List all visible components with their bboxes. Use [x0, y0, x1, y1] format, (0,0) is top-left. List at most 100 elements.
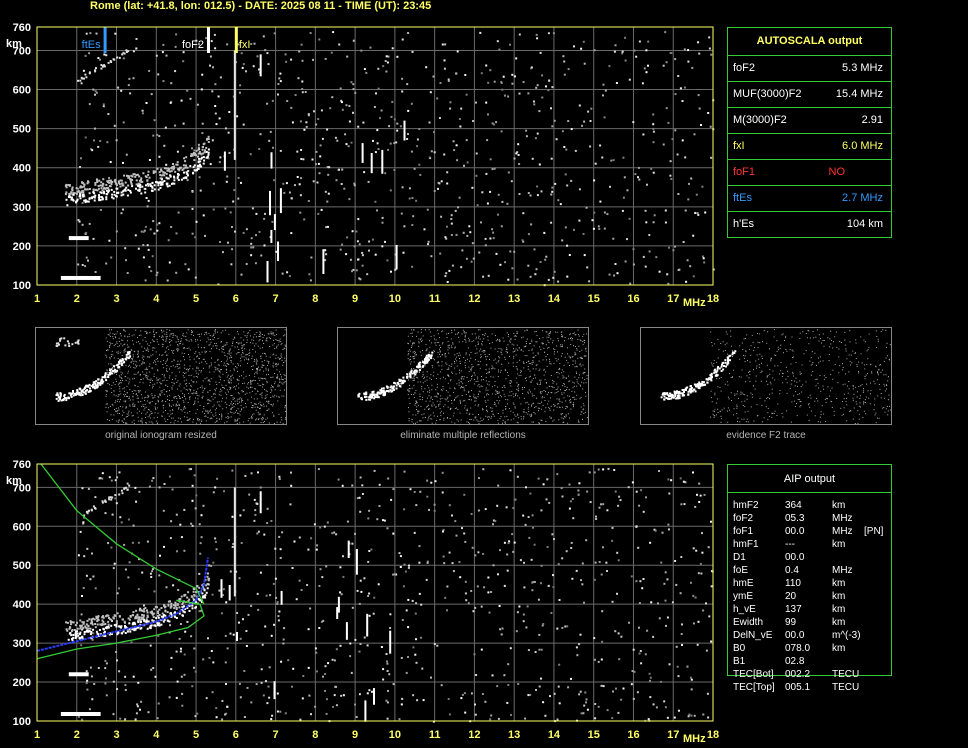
thumbnail-noise	[419, 399, 421, 400]
thumbnail-noise	[223, 364, 225, 366]
thumbnail-noise	[448, 367, 450, 369]
noise-dot	[266, 102, 269, 105]
thumbnail-noise	[437, 351, 439, 353]
thumbnail-noise	[491, 365, 493, 367]
noise-dot	[317, 118, 320, 120]
trace-point	[94, 194, 97, 197]
thumbnail-noise	[229, 378, 230, 380]
thumbnail-noise	[454, 388, 456, 390]
thumbnail-noise	[475, 381, 477, 382]
thumbnail-noise	[820, 411, 822, 413]
thumbnail-noise	[759, 353, 761, 355]
noise-dot	[318, 172, 321, 175]
thumbnail-noise	[722, 341, 724, 343]
thumbnail-noise	[481, 420, 483, 421]
thumbnail-noise	[495, 391, 497, 393]
noise-dot	[115, 230, 118, 233]
thumbnail-noise	[791, 349, 793, 351]
thumbnail-noise	[281, 342, 283, 344]
thumbnail-noise	[448, 352, 450, 354]
thumbnail-noise	[561, 392, 563, 394]
thumbnail-noise	[580, 406, 582, 408]
thumbnail-noise	[161, 401, 163, 403]
thumbnail-noise	[151, 393, 153, 395]
thumbnail-noise	[553, 403, 555, 405]
thumbnail-noise	[185, 379, 187, 381]
thumbnail-noise	[255, 360, 257, 362]
thumbnail-noise	[177, 350, 179, 352]
noise-dot	[140, 230, 143, 233]
thumbnail-noise	[827, 398, 828, 400]
thumbnail-noise	[885, 374, 887, 376]
thumbnail-noise	[485, 356, 486, 358]
noise-dot	[658, 270, 661, 273]
thumbnail-noise	[455, 333, 456, 335]
thumbnail-noise	[205, 411, 207, 413]
thumbnail-noise	[267, 365, 268, 366]
thumbnail-noise	[769, 369, 771, 371]
noise-dot	[535, 86, 538, 89]
thumbnail-noise	[456, 353, 458, 355]
autoscala-row-m-3000-f2: M(3000)F2 2.91	[728, 107, 891, 134]
thumbnail-noise	[525, 412, 527, 414]
thumbnail-noise	[491, 411, 493, 412]
thumbnail-trace	[365, 395, 368, 398]
noise-dot	[465, 93, 468, 96]
noise-dot	[319, 144, 322, 147]
noise-dot	[242, 231, 245, 234]
thumbnail-noise	[413, 394, 415, 395]
thumbnail-noise	[524, 330, 526, 332]
noise-dot	[237, 197, 240, 200]
thumbnail-noise	[409, 388, 411, 390]
noise-dot	[599, 200, 602, 203]
thumbnail-noise	[409, 359, 410, 361]
thumbnail-noise	[525, 343, 527, 344]
noise-dot	[352, 88, 355, 91]
thumbnail-noise	[535, 406, 537, 408]
thumbnail-noise	[270, 377, 272, 379]
trace-point	[160, 169, 163, 172]
thumbnail-noise	[238, 343, 240, 345]
noise-dot	[518, 33, 521, 36]
noise-dot	[193, 149, 196, 152]
thumbnail-noise	[451, 421, 453, 423]
thumbnail-noise	[426, 376, 428, 378]
trace-point	[75, 187, 78, 190]
noise-dot	[684, 209, 687, 212]
thumbnail-noise	[152, 354, 154, 356]
noise-dot	[182, 122, 185, 125]
thumbnail-noise	[448, 365, 450, 367]
thumbnail-noise	[161, 335, 163, 337]
noise-dot	[391, 100, 394, 103]
thumbnail-noise	[417, 381, 419, 383]
noise-dot	[621, 50, 624, 53]
thumbnail-noise	[561, 401, 563, 403]
thumbnail-noise	[714, 343, 716, 345]
thumbnail-noise	[488, 368, 490, 370]
noise-dot	[120, 212, 123, 215]
thumbnail-noise	[122, 345, 124, 347]
thumbnail-noise	[541, 391, 543, 393]
trace-point	[119, 185, 122, 188]
noise-dot	[387, 55, 390, 58]
thumbnail-noise	[465, 367, 467, 369]
thumbnail-noise	[554, 405, 556, 407]
noise-dot	[234, 230, 236, 233]
thumbnail-noise	[495, 335, 496, 337]
thumbnail-noise	[149, 371, 151, 373]
thumbnail-noise	[540, 349, 542, 350]
thumbnail-noise	[127, 346, 129, 348]
noise-dot	[341, 243, 344, 246]
thumbnail-noise	[478, 404, 479, 406]
trace-point	[174, 170, 177, 173]
thumbnail-noise	[515, 377, 517, 379]
thumbnail-noise	[253, 379, 255, 381]
thumbnail-noise	[856, 403, 858, 405]
noise-dot	[226, 43, 229, 46]
thumbnail-noise	[495, 389, 497, 391]
noise-dot	[561, 239, 564, 242]
thumbnail-noise	[243, 421, 245, 423]
thumbnail-noise	[178, 397, 180, 399]
thumbnail-noise	[201, 385, 203, 387]
thumbnail-noise	[512, 412, 514, 414]
